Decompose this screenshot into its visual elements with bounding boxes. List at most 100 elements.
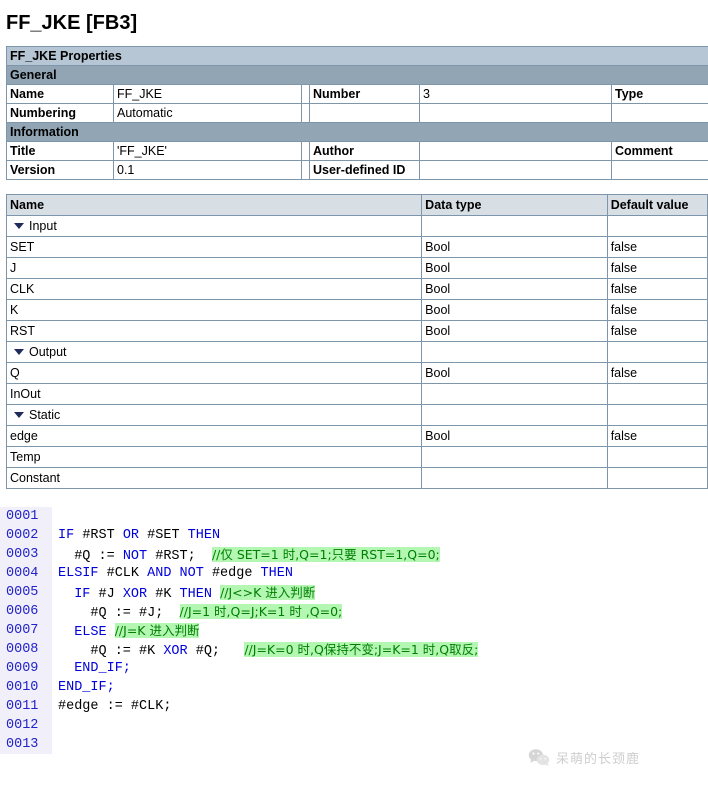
variable-name-cell[interactable]: Input (5, 215, 423, 237)
spacer-cell (301, 84, 310, 104)
variable-default-value-cell[interactable]: false (606, 278, 708, 300)
prop-label-author: Author (309, 141, 420, 161)
table-row: RST Bool false (5, 320, 708, 342)
variable-name-cell[interactable]: Temp (5, 446, 423, 468)
code-line[interactable]: 0001 (0, 507, 708, 526)
variable-name-cell[interactable]: CLK (5, 278, 423, 300)
variable-data-type-cell[interactable]: Bool (421, 257, 608, 279)
code-line[interactable]: 0009 END_IF; (0, 659, 708, 678)
variable-name-cell[interactable]: K (5, 299, 423, 321)
code-line[interactable]: 0011 #edge := #CLK; (0, 697, 708, 716)
prop-label-comment: Comment (610, 141, 708, 161)
prop-value-version[interactable]: 0.1 (113, 160, 302, 180)
variable-data-type-cell[interactable]: Bool (421, 362, 608, 384)
table-row: Constant (5, 467, 708, 489)
code-line-text[interactable]: #Q := NOT #RST; //仅 SET=1 时,Q=1;只要 RST=1… (52, 545, 708, 566)
variable-data-type-cell[interactable]: Bool (421, 320, 608, 342)
variable-name-label: Input (29, 219, 57, 233)
code-line-number: 0005 (0, 583, 52, 602)
code-line[interactable]: 0008 #Q := #K XOR #Q; //J=K=0 时,Q保持不变;J=… (0, 640, 708, 659)
variable-data-type-cell[interactable]: Bool (421, 278, 608, 300)
variable-data-type-cell[interactable] (421, 341, 608, 363)
code-line-number: 0002 (0, 526, 52, 545)
variable-name-cell[interactable]: Output (5, 341, 423, 363)
code-keyword: THEN (260, 566, 293, 581)
properties-section-general-row: General (5, 65, 708, 85)
code-line[interactable]: 0006 #Q := #J; //J=1 时,Q=J;K=1 时 ,Q=0; (0, 602, 708, 621)
variable-default-value-cell[interactable]: false (606, 299, 708, 321)
variable-name-cell[interactable]: Constant (5, 467, 423, 489)
code-line-text[interactable]: #Q := #J; //J=1 时,Q=J;K=1 时 ,Q=0; (52, 602, 708, 623)
variable-name-cell[interactable]: SET (5, 236, 423, 258)
variable-data-type-cell[interactable]: Bool (421, 299, 608, 321)
variable-name-cell[interactable]: J (5, 257, 423, 279)
variable-table-body: Input SET Bool false J Bool false CLK Bool false K… (5, 215, 708, 489)
variable-default-value-cell[interactable]: false (606, 425, 708, 447)
table-row: Output (5, 341, 708, 363)
prop-value-number[interactable]: 3 (419, 84, 612, 104)
scl-code-editor[interactable]: 0001 0002 IF #RST OR #SET THEN 0003 #Q := N… (0, 507, 708, 754)
code-line[interactable]: 0003 #Q := NOT #RST; //仅 SET=1 时,Q=1;只要 … (0, 545, 708, 564)
variable-name-cell[interactable]: InOut (5, 383, 423, 405)
code-line[interactable]: 0004 ELSIF #CLK AND NOT #edge THEN (0, 564, 708, 583)
prop-value-numbering[interactable]: Automatic (113, 103, 302, 123)
variable-default-value-cell[interactable] (606, 341, 708, 363)
variable-data-type-cell[interactable] (421, 215, 608, 237)
variable-data-type-cell[interactable] (421, 383, 608, 405)
code-line-text[interactable]: END_IF; (52, 678, 708, 697)
code-line-text[interactable]: IF #J XOR #K THEN //J<>K 进入判断 (52, 583, 708, 604)
variable-default-value-cell[interactable]: false (606, 362, 708, 384)
variable-default-value-cell[interactable]: false (606, 236, 708, 258)
code-identifier: #Q := #J; (58, 606, 180, 621)
variable-data-type-cell[interactable]: Bool (421, 236, 608, 258)
table-row: Q Bool false (5, 362, 708, 384)
code-line-text[interactable]: END_IF; (52, 659, 708, 678)
code-line-text[interactable]: ELSIF #CLK AND NOT #edge THEN (52, 564, 708, 583)
table-row: edge Bool false (5, 425, 708, 447)
variable-data-type-cell[interactable] (421, 446, 608, 468)
column-header-data-type[interactable]: Data type (421, 194, 608, 216)
prop-label-title: Title (6, 141, 114, 161)
code-line-number: 0010 (0, 678, 52, 697)
variable-default-value-cell[interactable] (606, 467, 708, 489)
code-line[interactable]: 0007 ELSE //J=K 进入判断 (0, 621, 708, 640)
variable-default-value-cell[interactable] (606, 215, 708, 237)
variable-data-type-cell[interactable]: Bool (421, 425, 608, 447)
table-row: J Bool false (5, 257, 708, 279)
code-line-text[interactable]: #Q := #K XOR #Q; //J=K=0 时,Q保持不变;J=K=1 时… (52, 640, 708, 661)
code-line[interactable]: 0012 (0, 716, 708, 735)
table-row: Static (5, 404, 708, 426)
prop-value-name[interactable]: FF_JKE (113, 84, 302, 104)
variable-name-cell[interactable]: RST (5, 320, 423, 342)
spacer-cell (301, 103, 310, 123)
variable-default-value-cell[interactable] (606, 404, 708, 426)
expand-collapse-triangle-icon[interactable] (14, 222, 24, 229)
variable-name-label: J (10, 261, 17, 275)
variable-data-type-cell[interactable] (421, 467, 608, 489)
variable-name-cell[interactable]: edge (5, 425, 423, 447)
column-header-default-value[interactable]: Default value (606, 194, 708, 216)
expand-collapse-triangle-icon[interactable] (14, 411, 24, 418)
variable-name-cell[interactable]: Static (5, 404, 423, 426)
code-line[interactable]: 0005 IF #J XOR #K THEN //J<>K 进入判断 (0, 583, 708, 602)
variable-default-value-cell[interactable] (606, 446, 708, 468)
code-line-text[interactable]: ELSE //J=K 进入判断 (52, 621, 708, 642)
code-keyword: OR (122, 528, 148, 543)
code-line-text[interactable]: #edge := #CLK; (52, 697, 708, 716)
code-line-text[interactable]: IF #RST OR #SET THEN (52, 526, 708, 545)
prop-value-title[interactable]: 'FF_JKE' (113, 141, 302, 161)
column-header-name[interactable]: Name (5, 194, 423, 216)
code-line[interactable]: 0002 IF #RST OR #SET THEN (0, 526, 708, 545)
variable-default-value-cell[interactable]: false (606, 257, 708, 279)
variable-name-cell[interactable]: Q (5, 362, 423, 384)
variable-default-value-cell[interactable]: false (606, 320, 708, 342)
variable-data-type-cell[interactable] (421, 404, 608, 426)
variable-default-value-cell[interactable] (606, 383, 708, 405)
table-row: Numbering Automatic (6, 103, 708, 123)
code-line[interactable]: 0010 END_IF; (0, 678, 708, 697)
prop-value-user-defined-id[interactable] (419, 160, 612, 180)
prop-value-author[interactable] (419, 141, 612, 161)
code-keyword: NOT (122, 549, 156, 564)
empty-cell (309, 103, 420, 123)
expand-collapse-triangle-icon[interactable] (14, 348, 24, 355)
